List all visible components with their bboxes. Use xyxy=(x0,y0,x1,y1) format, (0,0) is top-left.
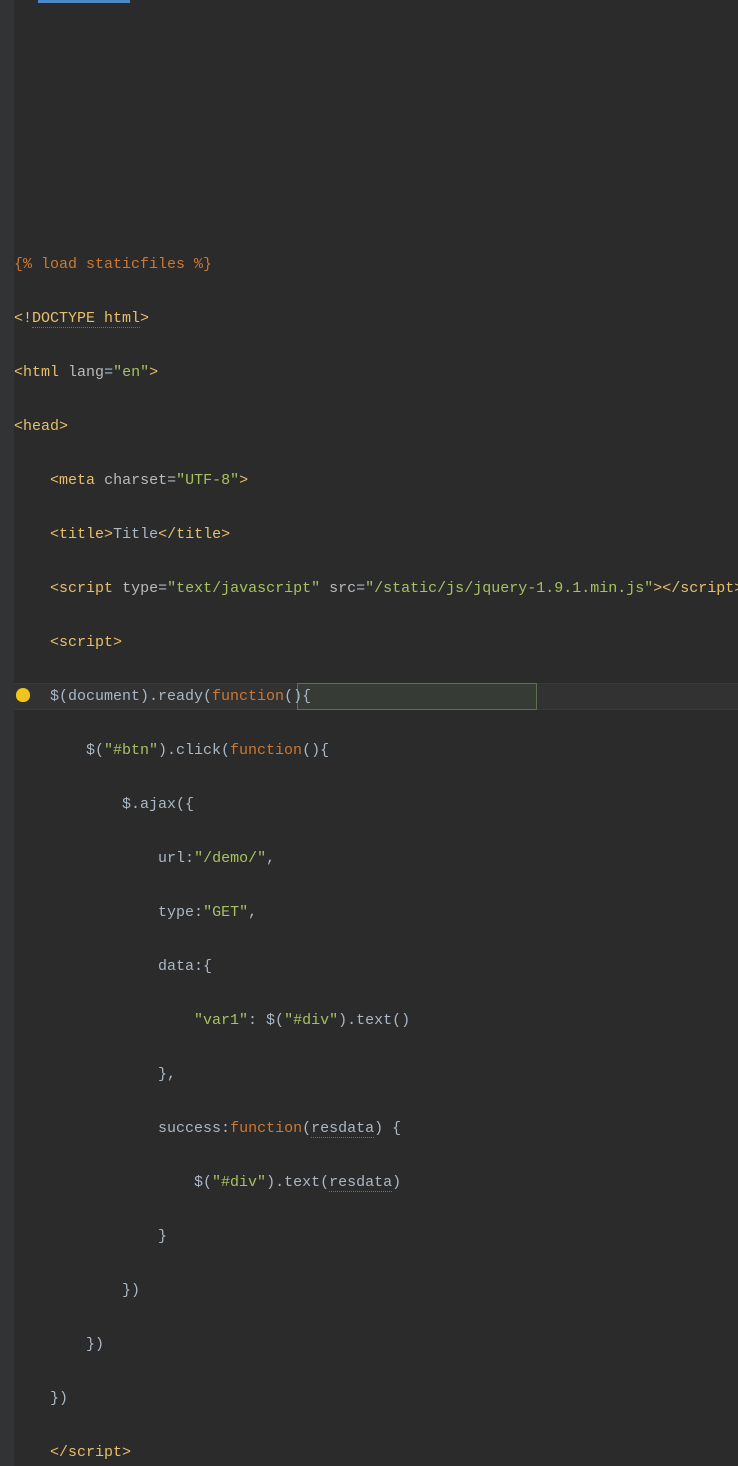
template-tag: {% load staticfiles %} xyxy=(14,256,212,273)
lightbulb-icon[interactable] xyxy=(16,688,30,702)
gutter xyxy=(0,0,14,1466)
code-content[interactable]: {% load staticfiles %} <!DOCTYPE html> <… xyxy=(14,224,738,1466)
active-tab-indicator xyxy=(38,0,130,3)
code-editor[interactable]: {% load staticfiles %} <!DOCTYPE html> <… xyxy=(0,0,738,1466)
